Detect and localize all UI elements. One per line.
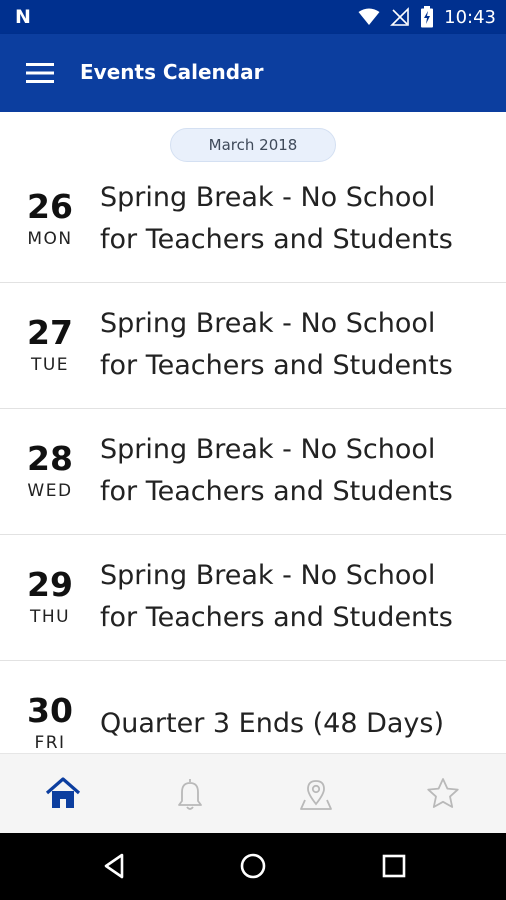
event-day-number: 30: [27, 691, 73, 730]
event-title-line1: Spring Break - No School: [100, 182, 436, 213]
event-weekday: TUE: [30, 355, 70, 375]
events-list[interactable]: March 2018 26 MON Spring Break - No Scho…: [0, 112, 506, 753]
battery-charging-icon: [421, 6, 434, 28]
event-day-number: 28: [27, 439, 73, 478]
back-icon[interactable]: [98, 850, 130, 882]
app-bar: Events Calendar: [0, 34, 506, 112]
event-title-line1: Spring Break - No School: [100, 560, 436, 591]
home-circle-icon[interactable]: [237, 850, 269, 882]
event-row[interactable]: 27 TUE Spring Break - No School for Teac…: [0, 283, 506, 409]
bell-icon[interactable]: [170, 774, 210, 814]
event-weekday: MON: [27, 229, 73, 249]
wifi-icon: [358, 8, 380, 25]
event-title-line2: for Teachers and Students: [100, 602, 453, 633]
system-nav-bar: [0, 833, 506, 900]
event-row[interactable]: 26 MON Spring Break - No School for Teac…: [0, 157, 506, 283]
map-pin-icon[interactable]: [296, 774, 336, 814]
page-title: Events Calendar: [80, 60, 264, 84]
event-day-number: 27: [27, 313, 73, 352]
event-title-line2: for Teachers and Students: [100, 350, 453, 381]
status-bar: N 10:43: [0, 0, 506, 34]
status-icons: 10:43: [358, 0, 496, 34]
bottom-nav: [0, 753, 506, 834]
home-icon[interactable]: [43, 774, 83, 814]
no-signal-icon: [390, 7, 409, 26]
event-row[interactable]: 28 WED Spring Break - No School for Teac…: [0, 409, 506, 535]
event-title-line1: Spring Break - No School: [100, 308, 436, 339]
event-weekday: FRI: [34, 733, 66, 753]
menu-icon[interactable]: [26, 62, 54, 84]
event-weekday: WED: [27, 481, 73, 501]
event-title-line2: for Teachers and Students: [100, 476, 453, 507]
star-icon[interactable]: [423, 774, 463, 814]
event-title-line1: Quarter 3 Ends (48 Days): [100, 708, 444, 739]
status-time: 10:43: [444, 6, 496, 28]
event-row[interactable]: 30 FRI Quarter 3 Ends (48 Days): [0, 661, 506, 753]
event-day-number: 26: [27, 187, 73, 226]
recents-square-icon[interactable]: [378, 850, 410, 882]
event-weekday: THU: [29, 607, 71, 627]
event-day-number: 29: [27, 565, 73, 604]
notification-logo-icon: N: [15, 6, 31, 28]
event-title-line1: Spring Break - No School: [100, 434, 436, 465]
event-row[interactable]: 29 THU Spring Break - No School for Teac…: [0, 535, 506, 661]
event-title-line2: for Teachers and Students: [100, 224, 453, 255]
